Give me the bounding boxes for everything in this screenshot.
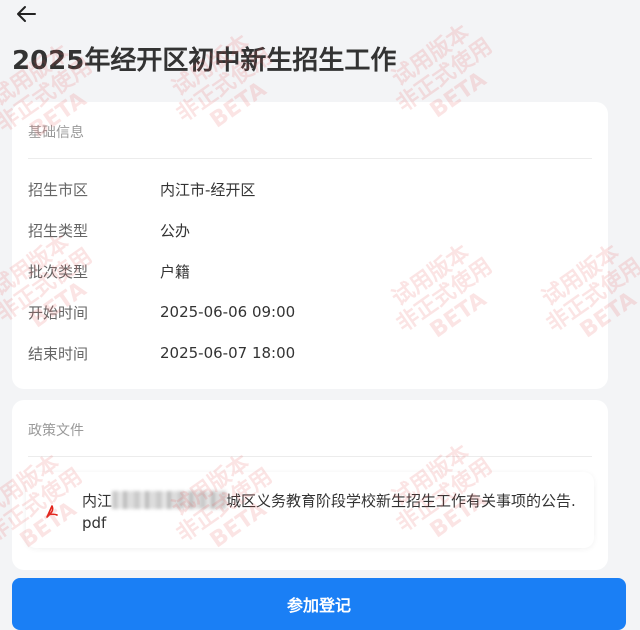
basic-info-card: 基础信息 招生市区 内江市-经开区 招生类型 公办 批次类型 户籍 开始时间 2…	[12, 102, 608, 389]
info-value: 户籍	[160, 262, 191, 281]
info-label: 招生市区	[28, 180, 89, 199]
info-value: 2025-06-07 18:00	[160, 344, 296, 362]
divider	[28, 456, 592, 457]
info-label: 结束时间	[28, 344, 89, 363]
info-value: 2025-06-06 09:00	[160, 303, 296, 321]
pdf-icon	[46, 505, 58, 518]
info-row-batch: 批次类型 户籍	[28, 260, 592, 282]
redaction-blur	[112, 491, 226, 509]
policy-card: 政策文件 内江 城区义务教育阶段学校新生招生工作有关事项的公告.pdf	[12, 400, 608, 570]
page-title: 2025年经开区初中新生招生工作	[12, 46, 397, 76]
info-label: 招生类型	[28, 221, 89, 240]
divider	[28, 158, 592, 159]
info-row-city: 招生市区 内江市-经开区	[28, 178, 592, 200]
info-value: 内江市-经开区	[160, 180, 256, 199]
basic-info-title: 基础信息	[28, 125, 84, 141]
arrow-left-icon	[17, 6, 36, 22]
back-button[interactable]	[14, 2, 38, 26]
info-label: 开始时间	[28, 303, 89, 322]
info-row-start-time: 开始时间 2025-06-06 09:00	[28, 301, 592, 323]
info-value: 公办	[160, 221, 191, 240]
policy-file-item[interactable]: 内江 城区义务教育阶段学校新生招生工作有关事项的公告.pdf	[26, 472, 594, 548]
policy-title: 政策文件	[28, 423, 84, 439]
file-name-prefix: 内江	[82, 492, 113, 510]
info-row-type: 招生类型 公办	[28, 219, 592, 241]
info-label: 批次类型	[28, 262, 89, 281]
info-row-end-time: 结束时间 2025-06-07 18:00	[28, 342, 592, 364]
register-button[interactable]: 参加登记	[12, 578, 626, 630]
